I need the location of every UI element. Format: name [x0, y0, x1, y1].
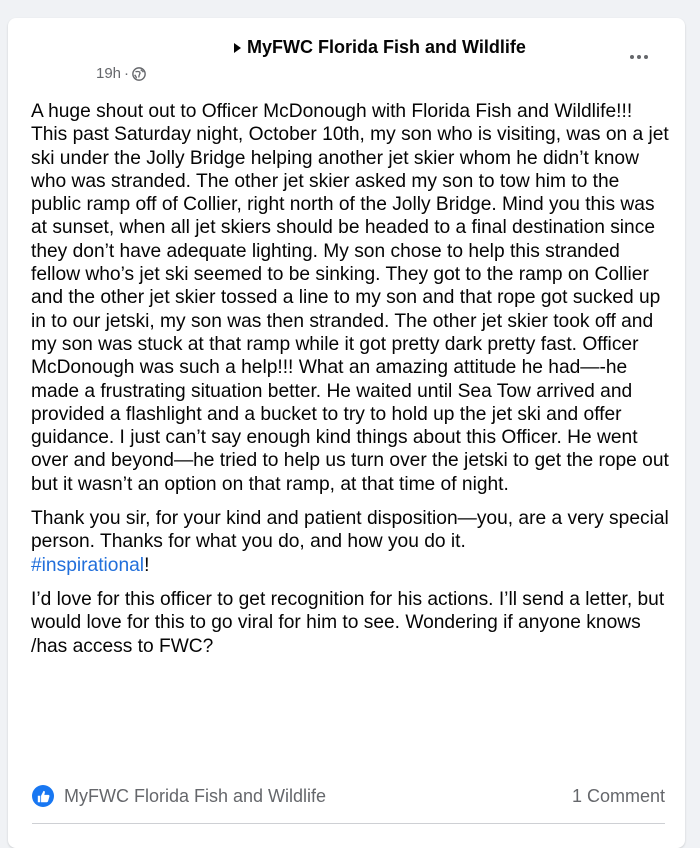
post-footer: MyFWC Florida Fish and Wildlife 1 Commen… [32, 783, 665, 809]
post-header: MyFWC Florida Fish and Wildlife 19h · [8, 18, 685, 88]
meta-separator: · [124, 65, 130, 82]
more-options-icon[interactable] [621, 46, 657, 68]
post-meta: 19h · [96, 65, 146, 82]
hashtag-suffix: ! [144, 554, 150, 576]
post-timestamp[interactable]: 19h [96, 65, 121, 82]
post-card: MyFWC Florida Fish and Wildlife 19h · A … [8, 18, 685, 848]
comment-count[interactable]: 1 Comment [572, 786, 665, 807]
page-name[interactable]: MyFWC Florida Fish and Wildlife [247, 37, 526, 58]
post-paragraph-2: Thank you sir, for your kind and patient… [31, 507, 669, 577]
reactions-summary[interactable]: MyFWC Florida Fish and Wildlife [64, 786, 326, 807]
footer-divider [32, 823, 665, 824]
page-name-link[interactable]: MyFWC Florida Fish and Wildlife [234, 37, 526, 58]
globe-icon [132, 66, 146, 81]
like-icon[interactable] [32, 785, 54, 807]
post-paragraph-1: A huge shout out to Officer McDonough wi… [31, 101, 669, 495]
post-paragraph-3: I’d love for this officer to get recogni… [31, 588, 665, 657]
hashtag-link[interactable]: #inspirational [31, 555, 144, 576]
caret-right-icon [234, 42, 241, 53]
post-paragraph-2-text: Thank you sir, for your kind and patient… [31, 508, 669, 553]
post-body: A huge shout out to Officer McDonough wi… [31, 100, 669, 669]
